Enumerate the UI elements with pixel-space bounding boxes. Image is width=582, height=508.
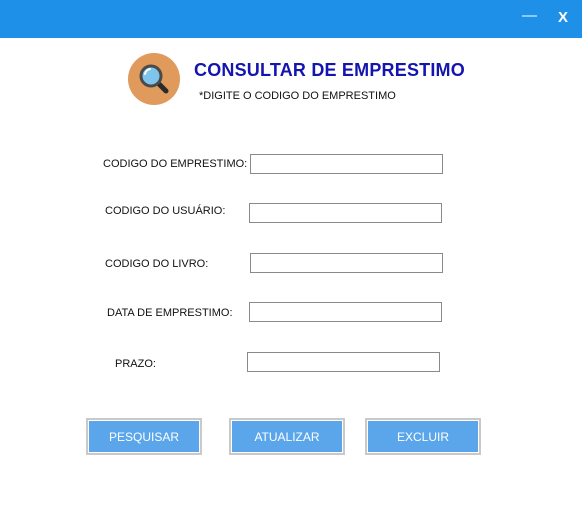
user-code-label: CODIGO DO USUÁRIO:	[105, 205, 226, 217]
page-title: CONSULTAR DE EMPRESTIMO	[194, 60, 465, 80]
loan-date-input[interactable]	[249, 302, 442, 322]
user-code-input[interactable]	[249, 203, 442, 223]
loan-code-label: CODIGO DO EMPRESTIMO:	[103, 158, 248, 170]
book-code-label: CODIGO DO LIVRO:	[105, 258, 209, 270]
title-bar: — X	[0, 0, 582, 38]
due-date-input[interactable]	[247, 352, 440, 372]
close-button[interactable]: X	[558, 8, 568, 28]
update-button[interactable]: ATUALIZAR	[229, 418, 345, 455]
minimize-button[interactable]: —	[522, 6, 537, 26]
book-code-input[interactable]	[250, 253, 443, 273]
search-button[interactable]: PESQUISAR	[86, 418, 202, 455]
loan-code-input[interactable]	[250, 154, 443, 174]
due-date-label: PRAZO:	[115, 358, 156, 370]
search-icon	[128, 53, 180, 105]
delete-button[interactable]: EXCLUIR	[365, 418, 481, 455]
page-subtitle: *DIGITE O CODIGO DO EMPRESTIMO	[199, 90, 396, 102]
loan-date-label: DATA DE EMPRESTIMO:	[107, 307, 233, 319]
